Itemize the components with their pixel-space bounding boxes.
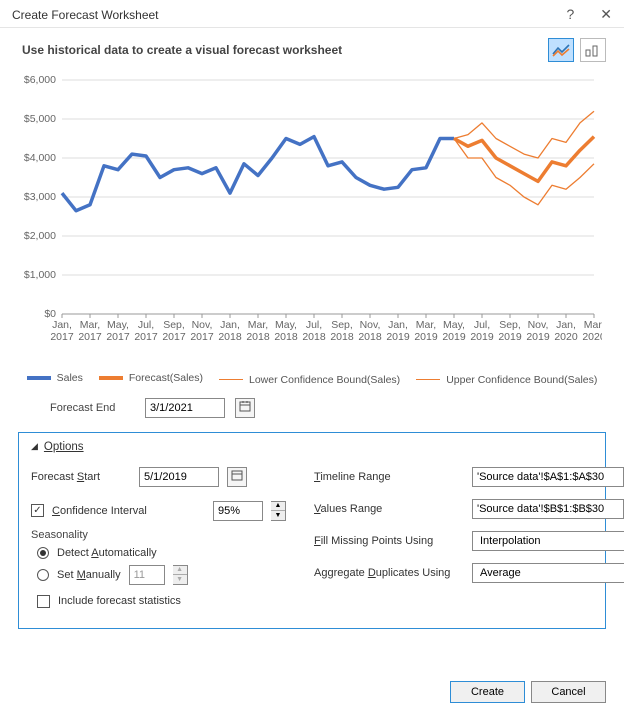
calendar-icon (231, 469, 243, 484)
seasonality-title: Seasonality (31, 529, 88, 541)
svg-text:2019: 2019 (526, 331, 550, 343)
create-forecast-dialog: Create Forecast Worksheet ? ✕ Use histor… (0, 0, 624, 715)
values-range-input[interactable] (472, 499, 624, 519)
calendar-icon (239, 400, 251, 415)
svg-text:$6,000: $6,000 (24, 74, 56, 86)
forecast-end-datepicker-button[interactable] (235, 398, 255, 418)
svg-text:2019: 2019 (414, 331, 438, 343)
svg-text:May,: May, (443, 319, 465, 331)
legend-item: Sales (27, 372, 83, 384)
svg-text:2018: 2018 (274, 331, 298, 343)
include-stats-label: Include forecast statistics (58, 595, 181, 607)
svg-text:2020: 2020 (582, 331, 602, 343)
svg-text:2018: 2018 (358, 331, 382, 343)
collapse-icon: ◢ (31, 441, 38, 452)
create-button[interactable]: Create (450, 681, 525, 703)
legend-item: Lower Confidence Bound(Sales) (219, 374, 400, 386)
svg-text:Nov,: Nov, (528, 319, 549, 331)
svg-text:2017: 2017 (78, 331, 102, 343)
chart-legend: Sales Forecast(Sales) Lower Confidence Bou… (0, 367, 624, 392)
dialog-title: Create Forecast Worksheet (12, 8, 159, 22)
seasonality-manual-radio[interactable] (37, 569, 49, 581)
svg-text:$1,000: $1,000 (24, 269, 56, 281)
seasonality-auto-radio[interactable] (37, 547, 49, 559)
fill-missing-select[interactable]: Interpolation (472, 531, 624, 551)
svg-text:2019: 2019 (470, 331, 494, 343)
svg-text:May,: May, (107, 319, 129, 331)
svg-text:2017: 2017 (190, 331, 214, 343)
svg-text:2018: 2018 (246, 331, 270, 343)
dialog-titlebar: Create Forecast Worksheet ? ✕ (0, 0, 624, 28)
svg-text:$2,000: $2,000 (24, 230, 56, 242)
svg-text:Nov,: Nov, (360, 319, 381, 331)
svg-text:$4,000: $4,000 (24, 152, 56, 164)
fill-missing-label: Fill Missing Points Using (314, 535, 464, 547)
forecast-start-datepicker-button[interactable] (227, 467, 247, 487)
seasonality-manual-input (129, 565, 165, 585)
svg-text:2017: 2017 (134, 331, 158, 343)
legend-item: Forecast(Sales) (99, 372, 203, 384)
column-chart-view-button[interactable] (580, 38, 606, 62)
forecast-end-label: Forecast End (50, 402, 135, 414)
svg-text:Mar,: Mar, (416, 319, 436, 331)
svg-text:Jan,: Jan, (556, 319, 576, 331)
values-range-label: Values Range (314, 503, 464, 515)
aggregate-select[interactable]: Average (472, 563, 624, 583)
forecast-end-input[interactable] (145, 398, 225, 418)
svg-text:$5,000: $5,000 (24, 113, 56, 125)
include-stats-checkbox[interactable] (37, 595, 50, 608)
svg-text:2018: 2018 (218, 331, 242, 343)
svg-text:Jan,: Jan, (220, 319, 240, 331)
seasonality-auto-label: Detect Automatically (57, 547, 157, 559)
svg-text:2018: 2018 (302, 331, 326, 343)
timeline-range-label: Timeline Range (314, 471, 464, 483)
svg-text:Jul,: Jul, (306, 319, 322, 331)
options-panel: ◢ Options Forecast Start ✓ Confidence In… (18, 432, 606, 629)
close-icon[interactable]: ✕ (596, 6, 616, 23)
svg-text:2020: 2020 (554, 331, 578, 343)
svg-text:2017: 2017 (162, 331, 186, 343)
svg-text:2019: 2019 (386, 331, 410, 343)
svg-text:May,: May, (275, 319, 297, 331)
line-chart-view-button[interactable] (548, 38, 574, 62)
seasonality-manual-label: Set Manually (57, 569, 121, 581)
help-icon[interactable]: ? (562, 6, 578, 23)
forecast-start-input[interactable] (139, 467, 219, 487)
options-toggle[interactable]: ◢ Options (31, 441, 595, 453)
svg-text:Sep,: Sep, (331, 319, 353, 331)
svg-text:Nov,: Nov, (192, 319, 213, 331)
svg-text:Jul,: Jul, (474, 319, 490, 331)
timeline-range-input[interactable] (472, 467, 624, 487)
confidence-interval-spinner[interactable]: ▲▼ (271, 501, 286, 521)
confidence-interval-checkbox[interactable]: ✓ (31, 504, 44, 517)
forecast-start-label: Forecast Start (31, 471, 100, 483)
seasonality-manual-spinner: ▲▼ (173, 565, 188, 585)
confidence-interval-input[interactable] (213, 501, 263, 521)
svg-text:Mar,: Mar, (584, 319, 602, 331)
svg-text:Mar,: Mar, (80, 319, 100, 331)
cancel-button[interactable]: Cancel (531, 681, 606, 703)
svg-text:2017: 2017 (106, 331, 130, 343)
svg-text:Jan,: Jan, (388, 319, 408, 331)
svg-text:2019: 2019 (498, 331, 522, 343)
svg-text:Mar,: Mar, (248, 319, 268, 331)
svg-text:2018: 2018 (330, 331, 354, 343)
aggregate-label: Aggregate Duplicates Using (314, 567, 464, 579)
svg-text:Sep,: Sep, (499, 319, 521, 331)
svg-text:Jul,: Jul, (138, 319, 154, 331)
svg-text:2017: 2017 (50, 331, 74, 343)
svg-text:2019: 2019 (442, 331, 466, 343)
confidence-interval-label: Confidence Interval (52, 505, 147, 517)
forecast-chart: $0$1,000$2,000$3,000$4,000$5,000$6,000Ja… (0, 66, 624, 367)
dialog-subhead: Use historical data to create a visual f… (22, 43, 342, 57)
svg-text:Jan,: Jan, (52, 319, 72, 331)
svg-text:$3,000: $3,000 (24, 191, 56, 203)
svg-text:Sep,: Sep, (163, 319, 185, 331)
legend-item: Upper Confidence Bound(Sales) (416, 374, 597, 386)
